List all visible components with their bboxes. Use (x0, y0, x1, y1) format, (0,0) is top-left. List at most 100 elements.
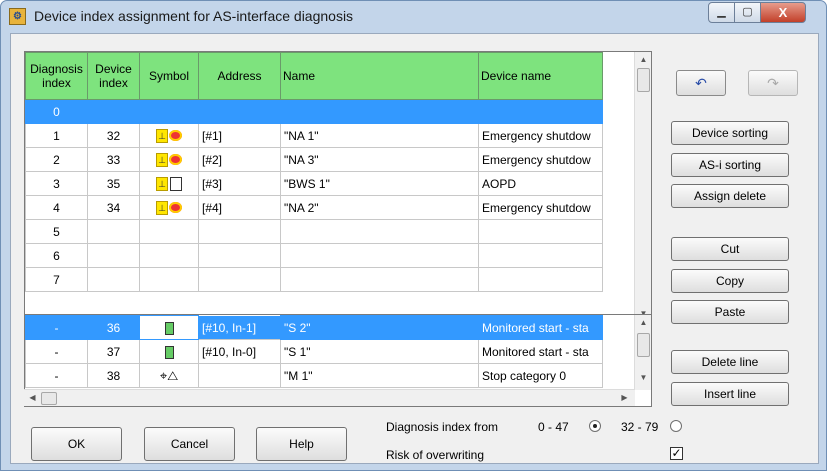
scroll-left-arrow-icon[interactable]: ◀ (24, 393, 41, 402)
scroll-up-arrow-icon[interactable]: ▲ (635, 55, 651, 64)
column-header-device-index[interactable]: Device index (87, 52, 140, 100)
address-cell[interactable]: [#1] (198, 123, 281, 148)
copy-button[interactable]: Copy (671, 269, 789, 293)
address-cell[interactable]: [#10, In-1] (198, 315, 281, 340)
device-name-cell[interactable]: Stop category 0 (478, 363, 603, 388)
delete-line-button[interactable]: Delete line (671, 350, 789, 374)
ok-button[interactable]: OK (31, 427, 122, 461)
device-name-cell[interactable]: Emergency shutdow (478, 147, 603, 172)
diagnosis-index-cell[interactable]: 0 (25, 99, 88, 124)
top-scroll-thumb[interactable] (637, 68, 650, 92)
paste-button[interactable]: Paste (671, 300, 789, 324)
device-index-cell[interactable]: 33 (87, 147, 140, 172)
column-header-symbol[interactable]: Symbol (139, 52, 199, 100)
table-row[interactable]: 4 34 ⊥ [#4] "NA 2" Emergency shutdow (25, 195, 603, 220)
name-cell[interactable]: "NA 1" (280, 123, 479, 148)
device-index-cell[interactable]: 38 (87, 363, 140, 388)
address-cell[interactable] (198, 363, 281, 388)
name-cell[interactable]: "NA 3" (280, 147, 479, 172)
bottom-vertical-scrollbar[interactable]: ▲ ▼ (634, 315, 651, 390)
diagnosis-index-cell[interactable]: 2 (25, 147, 88, 172)
symbol-cell[interactable]: ⊥ (139, 147, 199, 172)
device-name-cell[interactable] (478, 219, 603, 244)
redo-button[interactable]: ↷ (748, 70, 798, 96)
column-header-name[interactable]: Name (280, 52, 479, 100)
symbol-cell[interactable]: ⊥ (139, 171, 199, 196)
table-row[interactable]: 2 33 ⊥ [#2] "NA 3" Emergency shutdow (25, 147, 603, 172)
scroll-up-arrow-icon[interactable]: ▲ (635, 318, 651, 327)
range-0-47-radio[interactable] (589, 420, 601, 432)
diagnosis-index-cell[interactable]: 5 (25, 219, 88, 244)
asi-sorting-button[interactable]: AS-i sorting (671, 153, 789, 177)
device-name-cell[interactable]: Monitored start - sta (478, 339, 603, 364)
table-row[interactable]: 0 (25, 99, 603, 124)
cut-button[interactable]: Cut (671, 237, 789, 261)
device-index-cell[interactable] (87, 99, 140, 124)
device-index-cell[interactable]: 37 (87, 339, 140, 364)
symbol-cell[interactable] (139, 219, 199, 244)
close-button[interactable]: X (760, 2, 806, 23)
symbol-cell[interactable] (139, 315, 199, 340)
device-index-cell[interactable] (87, 219, 140, 244)
device-index-cell[interactable]: 32 (87, 123, 140, 148)
diagnosis-index-cell[interactable]: 7 (25, 267, 88, 292)
device-name-cell[interactable]: Emergency shutdow (478, 123, 603, 148)
table-row[interactable]: 7 (25, 267, 603, 292)
scroll-right-arrow-icon[interactable]: ▶ (616, 393, 633, 402)
device-index-cell[interactable]: 36 (87, 315, 140, 340)
name-cell[interactable]: "NA 2" (280, 195, 479, 220)
symbol-cell[interactable] (139, 339, 199, 364)
address-cell[interactable] (198, 267, 281, 292)
table-row[interactable]: 6 (25, 243, 603, 268)
table-row[interactable]: 3 35 ⊥ [#3] "BWS 1" AOPD (25, 171, 603, 196)
insert-line-button[interactable]: Insert line (671, 382, 789, 406)
device-name-cell[interactable]: Emergency shutdow (478, 195, 603, 220)
address-cell[interactable]: [#10, In-0] (198, 339, 281, 364)
help-button[interactable]: Help (256, 427, 347, 461)
name-cell[interactable] (280, 267, 479, 292)
address-cell[interactable]: [#4] (198, 195, 281, 220)
device-name-cell[interactable]: AOPD (478, 171, 603, 196)
diagnosis-index-cell[interactable]: 1 (25, 123, 88, 148)
name-cell[interactable] (280, 219, 479, 244)
device-index-cell[interactable] (87, 243, 140, 268)
table-row[interactable]: -38 ⌖△ "M 1" Stop category 0 (25, 363, 603, 388)
diagnosis-index-cell[interactable]: - (25, 363, 88, 388)
device-index-cell[interactable]: 34 (87, 195, 140, 220)
device-sorting-button[interactable]: Device sorting (671, 121, 789, 145)
name-cell[interactable]: "BWS 1" (280, 171, 479, 196)
assign-delete-button[interactable]: Assign delete (671, 184, 789, 208)
device-name-cell[interactable] (478, 99, 603, 124)
symbol-cell[interactable] (139, 267, 199, 292)
diagnosis-index-grid[interactable]: Diagnosis index Device index Symbol Addr… (24, 51, 652, 326)
column-header-diagnosis-index[interactable]: Diagnosis index (25, 52, 88, 100)
name-cell[interactable]: "S 2" (280, 315, 479, 340)
column-header-address[interactable]: Address (198, 52, 281, 100)
address-cell[interactable] (198, 243, 281, 268)
horizontal-scrollbar[interactable]: ◀ ▶ (24, 389, 635, 406)
minimize-button[interactable]: ▁ (708, 2, 735, 23)
table-row[interactable]: -37 [#10, In-0] "S 1" Monitored start - sta (25, 339, 603, 364)
table-row[interactable]: -36 [#10, In-1] "S 2" Monitored start - sta (25, 315, 603, 340)
device-name-cell[interactable] (478, 243, 603, 268)
scroll-down-arrow-icon[interactable]: ▼ (635, 373, 651, 382)
name-cell[interactable] (280, 99, 479, 124)
diagnosis-index-cell[interactable]: - (25, 339, 88, 364)
address-cell[interactable] (198, 219, 281, 244)
horizontal-scroll-thumb[interactable] (41, 392, 57, 405)
diagnosis-index-cell[interactable]: 4 (25, 195, 88, 220)
address-cell[interactable]: [#2] (198, 147, 281, 172)
bottom-scroll-thumb[interactable] (637, 333, 650, 357)
column-header-device-name[interactable]: Device name (478, 52, 603, 100)
device-name-cell[interactable] (478, 267, 603, 292)
name-cell[interactable]: "S 1" (280, 339, 479, 364)
diagnosis-index-cell[interactable]: 6 (25, 243, 88, 268)
device-index-cell[interactable]: 35 (87, 171, 140, 196)
symbol-cell[interactable]: ⊥ (139, 195, 199, 220)
top-vertical-scrollbar[interactable]: ▲ ▼ (634, 52, 651, 325)
table-row[interactable]: 1 32 ⊥ [#1] "NA 1" Emergency shutdow (25, 123, 603, 148)
symbol-cell[interactable] (139, 243, 199, 268)
maximize-button[interactable]: ▢ (734, 2, 761, 23)
diagnosis-index-cell[interactable]: - (25, 315, 88, 340)
risk-of-overwriting-checkbox[interactable]: ✓ (670, 447, 683, 460)
